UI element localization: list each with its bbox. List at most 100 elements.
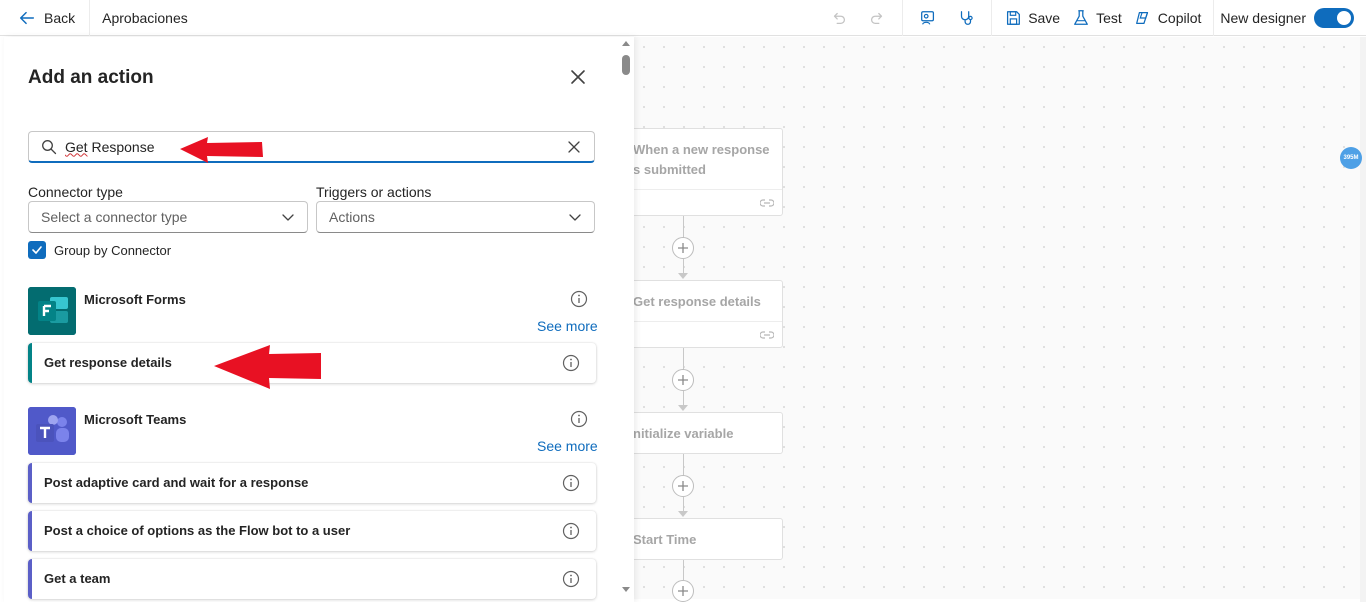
insert-step-button[interactable] [672, 475, 694, 497]
connector-line [683, 348, 684, 370]
undo-icon [834, 12, 846, 25]
info-icon[interactable] [562, 522, 580, 540]
connector-stripe [28, 511, 32, 551]
action-post-choice-of-options[interactable]: Post a choice of options as the Flow bot… [28, 511, 596, 551]
connector-arrow [678, 511, 688, 517]
info-icon[interactable] [570, 410, 588, 428]
node-footer [621, 321, 782, 347]
back-label: Back [44, 9, 76, 26]
flow-name: Aprobaciones [102, 9, 188, 26]
redo-button[interactable] [864, 5, 890, 31]
action-get-a-team[interactable]: Get a team [28, 559, 596, 599]
flow-node-trigger[interactable]: When a new response s submitted [620, 128, 783, 216]
connector-type-placeholder: Select a connector type [41, 209, 188, 225]
scroll-thumb[interactable] [622, 55, 630, 75]
info-icon[interactable] [562, 354, 580, 372]
connector-type-label: Connector type [28, 184, 123, 200]
search-input[interactable]: Get Response [28, 131, 595, 163]
node-footer [621, 189, 782, 215]
connector-line [683, 391, 684, 405]
triggers-actions-value: Actions [329, 209, 375, 225]
action-label: Post a choice of options as the Flow bot… [44, 523, 351, 538]
flow-node-get-response-details[interactable]: Get response details [620, 280, 783, 348]
connector-line [683, 497, 684, 511]
connector-arrow [678, 273, 688, 279]
command-bar: Back Aprobaciones Save Test Copilot New … [0, 0, 1366, 36]
insert-step-button[interactable] [672, 369, 694, 391]
node-title: When a new response [633, 142, 770, 157]
close-icon[interactable] [568, 67, 588, 87]
triggers-actions-dropdown[interactable]: Actions [316, 201, 595, 233]
group-by-connector-checkbox[interactable] [28, 241, 46, 259]
flow-node-initialize-variable[interactable]: nitialize variable [620, 412, 783, 454]
divider [991, 0, 993, 36]
group-by-connector-label: Group by Connector [54, 243, 172, 258]
node-title: Start Time [633, 532, 697, 547]
connector-stripe [28, 343, 32, 383]
add-icon [678, 481, 688, 491]
test-button[interactable]: Test [1066, 0, 1128, 36]
connector-line [683, 259, 684, 273]
save-icon [1007, 11, 1021, 25]
action-label: Get response details [44, 355, 172, 370]
chevron-down-icon [282, 214, 294, 221]
connector-line [683, 560, 684, 580]
action-label: Post adaptive card and wait for a respon… [44, 475, 309, 490]
canvas-scroll-edge [1360, 37, 1366, 602]
node-title: nitialize variable [633, 426, 734, 441]
add-icon [678, 243, 688, 253]
see-more-link-teams[interactable]: See more [537, 438, 598, 454]
save-button[interactable]: Save [998, 0, 1066, 36]
info-icon[interactable] [562, 474, 580, 492]
back-button[interactable]: Back [0, 0, 91, 36]
flow-checker-button[interactable] [915, 5, 941, 31]
copilot-icon [1135, 11, 1148, 25]
people-feedback-icon [921, 11, 935, 25]
link-icon [760, 331, 774, 339]
stethoscope-icon [961, 11, 973, 25]
insert-step-button[interactable] [672, 237, 694, 259]
node-title: Get response details [633, 294, 761, 309]
annotation-arrow-action [214, 345, 321, 389]
chevron-down-icon [569, 214, 581, 221]
redo-icon [871, 12, 883, 25]
info-icon[interactable] [562, 570, 580, 588]
new-designer-label: New designer [1220, 10, 1306, 26]
search-value: Get Response [65, 139, 566, 155]
triggers-actions-label: Triggers or actions [316, 184, 432, 200]
search-value-misspelled: Get [65, 138, 88, 155]
panel-scrollbar[interactable] [620, 39, 632, 599]
test-label: Test [1096, 10, 1122, 26]
connector-stripe [28, 463, 32, 503]
health-check-button[interactable] [953, 5, 979, 31]
copilot-label: Copilot [1157, 10, 1202, 26]
panel-title: Add an action [28, 67, 154, 88]
divider [1213, 0, 1215, 36]
microsoft-teams-icon [28, 407, 76, 455]
search-value-rest: Response [87, 138, 155, 155]
undo-button[interactable] [826, 5, 852, 31]
see-more-link-forms[interactable]: See more [537, 318, 598, 334]
copilot-button[interactable]: Copilot [1128, 0, 1208, 36]
connector-arrow [678, 405, 688, 411]
add-icon [678, 375, 688, 385]
microsoft-forms-icon [28, 287, 76, 335]
insert-step-button[interactable] [672, 580, 694, 602]
scroll-down-arrow[interactable] [622, 587, 630, 592]
arrow-left-icon [19, 11, 35, 24]
connector-line [683, 216, 684, 238]
clear-search-icon[interactable] [566, 139, 582, 155]
annotation-arrow-search [180, 137, 263, 163]
link-icon [760, 199, 774, 207]
connector-stripe [28, 559, 32, 599]
add-icon [678, 586, 688, 596]
minimap-badge[interactable]: 395M [1340, 147, 1362, 169]
action-post-adaptive-card[interactable]: Post adaptive card and wait for a respon… [28, 463, 596, 503]
info-icon[interactable] [570, 290, 588, 308]
scroll-up-arrow[interactable] [622, 41, 630, 46]
flow-node-start-time[interactable]: Start Time [620, 518, 783, 560]
connector-type-dropdown[interactable]: Select a connector type [28, 201, 308, 233]
new-designer-toggle[interactable] [1314, 8, 1354, 28]
add-action-panel: Add an action Get Response Connector typ… [4, 37, 634, 602]
command-bar-actions: Save Test Copilot New designer [820, 0, 1358, 36]
